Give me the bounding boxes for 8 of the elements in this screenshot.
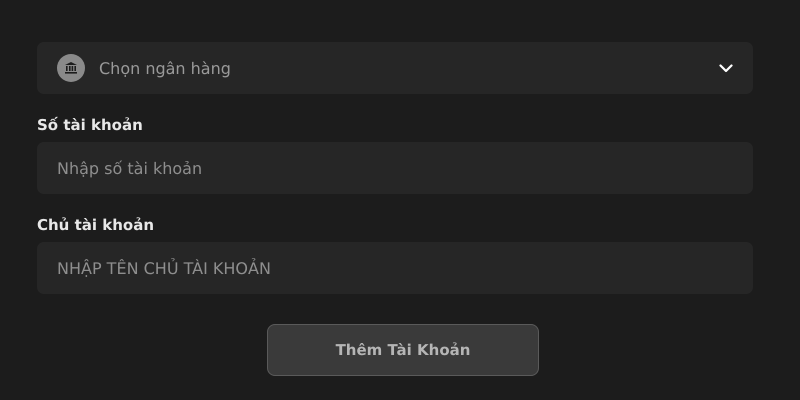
bank-select[interactable]: Chọn ngân hàng	[37, 42, 753, 94]
bank-icon	[57, 54, 85, 82]
input-field[interactable]: Nhập số tài khoản	[37, 142, 753, 194]
chevron-down-icon	[719, 64, 733, 72]
field-label: Chủ tài khoản	[37, 216, 154, 234]
input-field[interactable]: NHẬP TÊN CHỦ TÀI KHOẢN	[37, 242, 753, 294]
field-label: Số tài khoản	[37, 116, 143, 134]
add-account-button[interactable]: Thêm Tài Khoản	[267, 324, 539, 376]
